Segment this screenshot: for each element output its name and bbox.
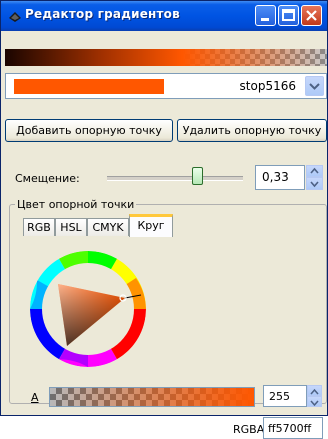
offset-spinner[interactable] xyxy=(306,165,323,190)
tab-wheel[interactable]: Круг xyxy=(129,214,173,237)
alpha-input[interactable]: 255 xyxy=(263,385,307,407)
tab-cmyk[interactable]: CMYK xyxy=(87,218,129,236)
title-bar[interactable]: Редактор градиентов xyxy=(1,1,327,31)
spin-down-button[interactable] xyxy=(306,177,323,190)
offset-label: Смещение: xyxy=(15,172,80,185)
offset-slider-track[interactable] xyxy=(107,176,243,181)
maximize-icon xyxy=(282,9,295,21)
color-wheel-panel xyxy=(23,236,323,396)
color-wheel[interactable] xyxy=(23,246,173,396)
maximize-button[interactable] xyxy=(278,5,299,26)
tab-hsl[interactable]: HSL xyxy=(55,218,87,236)
rgba-input[interactable]: ff5700ff xyxy=(263,417,323,439)
dropdown-button[interactable] xyxy=(305,76,324,96)
add-stop-button[interactable]: Добавить опорную точку xyxy=(5,119,173,142)
arrow-up-icon xyxy=(310,388,319,395)
close-icon xyxy=(306,10,317,21)
alpha-spin-up-button[interactable] xyxy=(307,385,322,396)
stop-selector[interactable]: stop5166 xyxy=(5,73,327,99)
minimize-button[interactable] xyxy=(255,5,276,26)
stop-name: stop5166 xyxy=(239,79,296,93)
stop-color-swatch xyxy=(14,79,164,94)
spin-up-button[interactable] xyxy=(306,165,323,177)
alpha-slider[interactable] xyxy=(49,387,255,407)
close-button[interactable] xyxy=(301,5,322,26)
minimize-icon xyxy=(261,18,269,21)
offset-input[interactable]: 0,33 xyxy=(255,165,305,190)
arrow-down-icon xyxy=(310,400,319,407)
chevron-down-icon xyxy=(309,83,320,90)
app-icon xyxy=(9,12,21,22)
window-title: Редактор градиентов xyxy=(25,7,180,21)
gradient-preview xyxy=(5,49,327,66)
arrow-down-icon xyxy=(310,181,319,188)
stop-color-group-title: Цвет опорной точки xyxy=(15,198,137,211)
editor-content: stop5166 Добавить опорную точку Удалить … xyxy=(5,31,327,439)
offset-slider-thumb[interactable] xyxy=(192,167,203,185)
alpha-spinner[interactable] xyxy=(307,385,322,407)
gradient-editor-window: Редактор градиентов stop5166 Добавить оп… xyxy=(0,0,328,439)
arrow-up-icon xyxy=(310,167,319,174)
tab-rgb[interactable]: RGB xyxy=(23,218,55,236)
alpha-spin-down-button[interactable] xyxy=(307,396,322,407)
alpha-label: A xyxy=(31,391,39,404)
remove-stop-button[interactable]: Удалить опорную точку xyxy=(177,119,327,142)
